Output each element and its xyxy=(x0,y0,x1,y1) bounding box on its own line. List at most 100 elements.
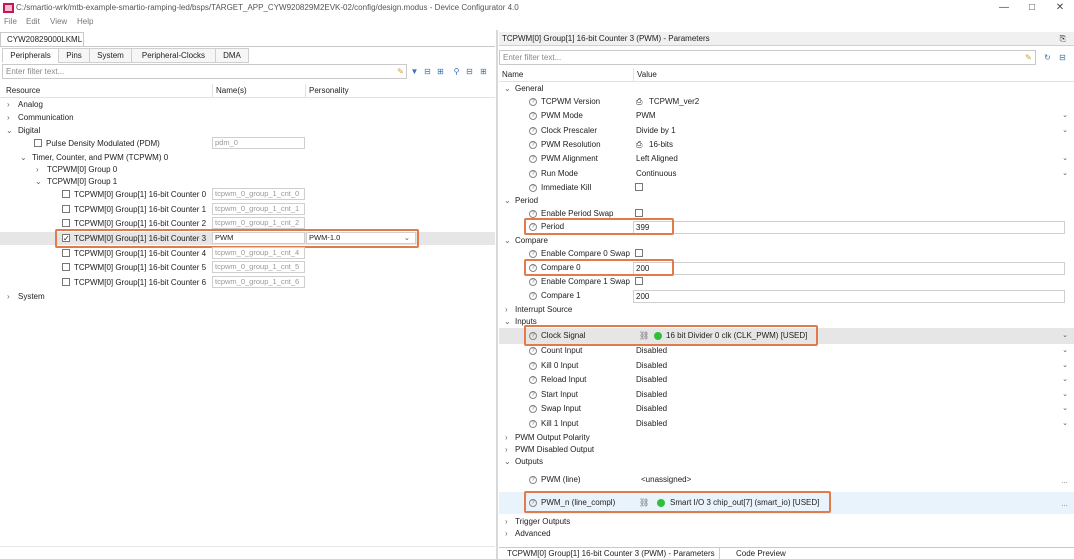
chevron-down-icon[interactable]: ⌄ xyxy=(1062,373,1068,387)
counter-checkbox[interactable] xyxy=(62,219,70,227)
filter-icon[interactable]: ▼ xyxy=(410,67,419,76)
tree-item-pdm[interactable]: Pulse Density Modulated (PDM) pdm_0 xyxy=(0,137,495,150)
pin-icon[interactable]: ⎘ xyxy=(1060,32,1066,46)
section-advanced[interactable]: › Advanced xyxy=(499,527,1074,541)
panel-splitter[interactable] xyxy=(496,30,498,559)
counter-name-field[interactable]: tcpwm_0_group_1_cnt_5 xyxy=(212,261,305,273)
param-immediate-kill[interactable]: ? Immediate Kill xyxy=(499,181,1074,195)
close-button[interactable]: ✕ xyxy=(1046,1,1074,15)
param-value[interactable]: Continuous xyxy=(636,167,676,181)
chevron-right-icon[interactable]: › xyxy=(7,111,10,124)
pdm-checkbox[interactable] xyxy=(34,139,42,147)
minimize-button[interactable]: — xyxy=(990,1,1018,15)
tree-item-digital[interactable]: ⌄ Digital xyxy=(0,124,495,137)
help-icon[interactable]: ? xyxy=(529,112,537,120)
counter-name-field[interactable]: tcpwm_0_group_1_cnt_2 xyxy=(212,217,305,229)
expand-icon[interactable]: ⊞ xyxy=(436,67,445,76)
chevron-down-icon[interactable]: ⌄ xyxy=(1062,329,1068,343)
col-name[interactable]: Name xyxy=(502,70,523,79)
param-start-input[interactable]: ? Start Input Disabled ⌄ xyxy=(499,388,1074,402)
collapse-all-icon[interactable]: ⊟ xyxy=(1058,53,1067,62)
compare1-input[interactable]: 200 xyxy=(633,290,1065,303)
col-names[interactable]: Name(s) xyxy=(216,86,247,95)
chevron-down-icon[interactable]: ⌄ xyxy=(6,124,13,137)
tree-item-group1[interactable]: ⌄ TCPWM[0] Group 1 xyxy=(0,175,495,188)
param-value[interactable]: Disabled xyxy=(636,402,667,416)
chevron-down-icon[interactable]: ⌄ xyxy=(1062,152,1068,166)
param-count-input[interactable]: ? Count Input Disabled ⌄ xyxy=(499,344,1074,358)
chevron-down-icon[interactable]: ⌄ xyxy=(504,315,511,329)
help-icon[interactable]: ? xyxy=(529,420,537,428)
help-icon[interactable]: ? xyxy=(529,141,537,149)
section-general[interactable]: ⌄ General xyxy=(499,82,1074,96)
chevron-down-icon[interactable]: ⌄ xyxy=(1062,344,1068,358)
tab-dma[interactable]: DMA xyxy=(215,48,249,63)
param-pwm-mode[interactable]: ? PWM Mode PWM ⌄ xyxy=(499,109,1074,123)
enable-compare1-swap-checkbox[interactable] xyxy=(635,277,643,285)
immediate-kill-checkbox[interactable] xyxy=(635,183,643,191)
col-resource[interactable]: Resource xyxy=(6,86,40,95)
section-outputs[interactable]: ⌄ Outputs xyxy=(499,455,1074,469)
left-filter-input[interactable]: Enter filter text... xyxy=(2,64,407,79)
param-reload-input[interactable]: ? Reload Input Disabled ⌄ xyxy=(499,373,1074,387)
help-icon[interactable]: ? xyxy=(529,292,537,300)
chevron-down-icon[interactable]: ⌄ xyxy=(1062,167,1068,181)
counter-checkbox[interactable] xyxy=(62,263,70,271)
chevron-down-icon[interactable]: ⌄ xyxy=(1062,124,1068,138)
section-compare[interactable]: ⌄ Compare xyxy=(499,234,1074,248)
period-input[interactable]: 399 xyxy=(633,221,1065,234)
chevron-down-icon[interactable]: ⌄ xyxy=(504,194,511,208)
counter-name-field[interactable]: tcpwm_0_group_1_cnt_0 xyxy=(212,188,305,200)
chevron-right-icon[interactable]: › xyxy=(7,290,10,303)
tree-item-counter[interactable]: TCPWM[0] Group[1] 16-bit Counter 6 tcpwm… xyxy=(0,276,495,289)
refresh-icon[interactable]: ↻ xyxy=(1043,53,1052,62)
help-icon[interactable]: ? xyxy=(529,155,537,163)
menu-help[interactable]: Help xyxy=(77,17,93,26)
param-enable-compare1-swap[interactable]: ? Enable Compare 1 Swap xyxy=(499,275,1074,289)
tree-item-counter[interactable]: TCPWM[0] Group[1] 16-bit Counter 5 tcpwm… xyxy=(0,261,495,274)
collapse-icon[interactable]: ⊟ xyxy=(423,67,432,76)
param-value[interactable]: Disabled xyxy=(636,373,667,387)
param-run-mode[interactable]: ? Run Mode Continuous ⌄ xyxy=(499,167,1074,181)
help-icon[interactable]: ? xyxy=(529,405,537,413)
param-value[interactable]: Disabled xyxy=(636,359,667,373)
counter-checkbox[interactable] xyxy=(62,249,70,257)
maximize-button[interactable]: □ xyxy=(1018,1,1046,15)
param-value[interactable]: Disabled xyxy=(636,344,667,358)
collapse-all-icon[interactable]: ⊟ xyxy=(465,67,474,76)
clear-filter-icon[interactable]: ✎ xyxy=(396,67,405,76)
help-icon[interactable]: ? xyxy=(529,184,537,192)
param-swap-input[interactable]: ? Swap Input Disabled ⌄ xyxy=(499,402,1074,416)
counter-checkbox[interactable] xyxy=(62,190,70,198)
help-icon[interactable]: ? xyxy=(529,98,537,106)
chevron-right-icon[interactable]: › xyxy=(505,527,508,541)
help-icon[interactable]: ? xyxy=(529,376,537,384)
link-icon[interactable]: ⚲ xyxy=(452,67,461,76)
param-pwm-alignment[interactable]: ? PWM Alignment Left Aligned ⌄ xyxy=(499,152,1074,166)
tab-peripherals[interactable]: Peripherals xyxy=(2,48,59,63)
counter-checkbox[interactable] xyxy=(62,205,70,213)
tab-peripheral-clocks[interactable]: Peripheral-Clocks xyxy=(131,48,216,63)
param-value[interactable]: <unassigned> xyxy=(641,473,691,487)
help-icon[interactable]: ? xyxy=(529,170,537,178)
chevron-down-icon[interactable]: ⌄ xyxy=(1062,359,1068,373)
param-value[interactable]: Disabled xyxy=(636,388,667,402)
help-icon[interactable]: ? xyxy=(529,347,537,355)
tab-system[interactable]: System xyxy=(89,48,132,63)
help-icon[interactable]: ? xyxy=(529,210,537,218)
tree-item-counter[interactable]: TCPWM[0] Group[1] 16-bit Counter 4 tcpwm… xyxy=(0,247,495,260)
device-tab[interactable]: CYW20829000LKML xyxy=(0,32,84,46)
chevron-down-icon[interactable]: ⌄ xyxy=(1062,388,1068,402)
enable-period-swap-checkbox[interactable] xyxy=(635,209,643,217)
help-icon[interactable]: ? xyxy=(529,278,537,286)
right-filter-input[interactable]: Enter filter text... xyxy=(499,50,1036,65)
param-compare1[interactable]: ? Compare 1 200 xyxy=(499,289,1074,303)
expand-all-icon[interactable]: ⊞ xyxy=(479,67,488,76)
help-icon[interactable]: ? xyxy=(529,476,537,484)
tab-pins[interactable]: Pins xyxy=(58,48,90,63)
param-value[interactable]: Left Aligned xyxy=(636,152,678,166)
help-icon[interactable]: ? xyxy=(529,391,537,399)
param-kill1-input[interactable]: ? Kill 1 Input Disabled ⌄ xyxy=(499,417,1074,431)
col-personality[interactable]: Personality xyxy=(309,86,349,95)
tree-item-counter[interactable]: TCPWM[0] Group[1] 16-bit Counter 1 tcpwm… xyxy=(0,203,495,216)
